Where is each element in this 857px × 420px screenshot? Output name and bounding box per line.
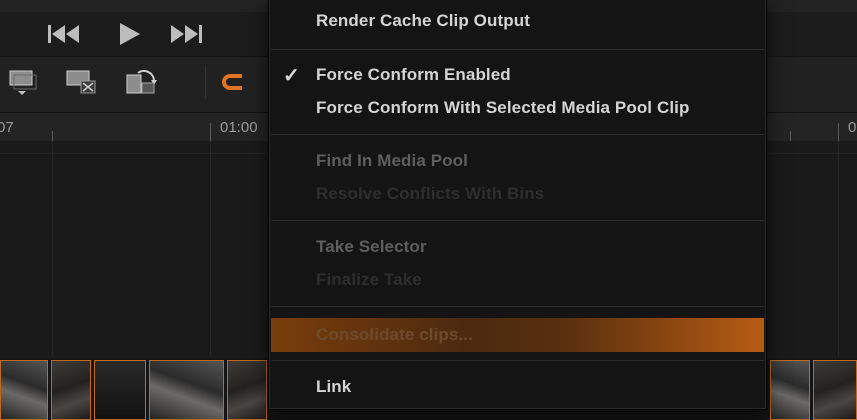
ruler-timecode: 01:00 [220, 119, 258, 136]
menu-separator [271, 220, 764, 221]
menu-item-link[interactable]: Link [316, 377, 351, 397]
menu-item-force-conform-with-selected-clip[interactable]: Force Conform With Selected Media Pool C… [316, 98, 689, 118]
timeline-clip[interactable] [0, 360, 48, 420]
menu-separator [271, 306, 764, 307]
toolbar-divider [205, 65, 206, 99]
play-icon[interactable] [117, 22, 143, 46]
clip-replace-icon[interactable] [124, 67, 158, 97]
clip-stack-dropdown-icon[interactable] [6, 67, 40, 97]
clip-context-menu: Render Cache Clip Output ✓ Force Conform… [268, 0, 767, 410]
ruler-tick [52, 131, 53, 141]
ruler-tick [790, 131, 791, 141]
skip-forward-icon[interactable] [167, 22, 205, 46]
ruler-timecode: 07 [0, 119, 14, 136]
menu-item-take-selector[interactable]: Take Selector [316, 237, 427, 257]
grid-line [838, 141, 839, 356]
timeline-clip[interactable] [813, 360, 857, 420]
snap-magnet-icon[interactable] [216, 67, 250, 97]
ruler-tick [210, 123, 211, 141]
menu-separator [271, 360, 764, 361]
checkmark-icon: ✓ [283, 65, 300, 87]
ruler-tick [838, 123, 839, 141]
grid-line [52, 141, 53, 356]
skip-back-icon[interactable] [46, 22, 84, 46]
timeline-clip[interactable] [770, 360, 810, 420]
menu-item-find-in-media-pool[interactable]: Find In Media Pool [316, 151, 468, 171]
timeline-clip[interactable] [94, 360, 146, 420]
ruler-timecode: 0 [848, 119, 857, 136]
clip-delete-icon[interactable] [64, 67, 98, 97]
menu-separator [271, 49, 764, 50]
menu-item-render-cache-clip-output[interactable]: Render Cache Clip Output [316, 11, 530, 31]
menu-separator [271, 134, 764, 135]
menu-item-force-conform-enabled[interactable]: Force Conform Enabled [316, 65, 511, 85]
timeline-clip[interactable] [227, 360, 267, 420]
timeline-clip[interactable] [149, 360, 224, 420]
grid-line [210, 141, 211, 356]
menu-item-finalize-take[interactable]: Finalize Take [316, 270, 422, 290]
timeline-clip[interactable] [51, 360, 91, 420]
menu-item-resolve-conflicts-with-bins[interactable]: Resolve Conflicts With Bins [316, 184, 544, 204]
menu-item-consolidate-clips[interactable]: Consolidate clips... [316, 325, 473, 345]
